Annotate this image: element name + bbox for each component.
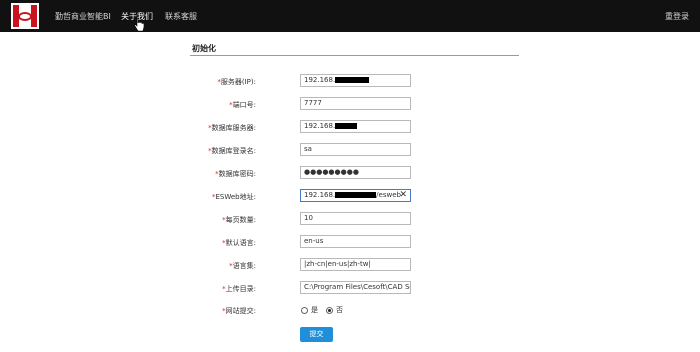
language-set-input[interactable]: |zh-cn|en-us|zh-tw| xyxy=(300,258,411,271)
port-input[interactable]: 7777 xyxy=(300,97,411,110)
db-server-input[interactable]: 192.168. xyxy=(300,120,411,133)
nav-link-contact[interactable]: 联系客服 xyxy=(165,11,197,22)
language-set-label: *语言集: xyxy=(229,262,256,270)
form-title: 初始化 xyxy=(192,44,216,53)
db-password-label: *数据库密码: xyxy=(215,170,256,178)
db-server-label: *数据库服务器: xyxy=(208,124,256,132)
server-ip-input[interactable]: 192.168. xyxy=(300,74,411,87)
upload-dir-input[interactable]: C:\Program Files\Cesoft\CAD Serve xyxy=(300,281,411,294)
esweb-url-label: *ESWeb地址: xyxy=(212,193,256,201)
clear-input-icon[interactable]: ✕ xyxy=(399,190,407,201)
radio-no-label: 否 xyxy=(336,306,343,314)
site-submit-label: *网站提交: xyxy=(222,307,256,315)
db-login-label: *数据库登录名: xyxy=(208,147,256,155)
page-size-label: *每页数量: xyxy=(222,216,256,224)
relogin-link[interactable]: 重登录 xyxy=(665,11,689,22)
radio-yes-label: 是 xyxy=(311,306,318,314)
redaction-mark xyxy=(335,192,377,198)
cad-logo-icon[interactable] xyxy=(11,3,39,29)
page-size-input[interactable]: 10 xyxy=(300,212,411,225)
db-login-input[interactable]: sa xyxy=(300,143,411,156)
default-language-label: *默认语言: xyxy=(222,239,256,247)
port-label: *端口号: xyxy=(229,101,256,109)
title-divider xyxy=(190,55,519,56)
redaction-mark xyxy=(335,123,358,129)
nav-link-bi[interactable]: 勤哲商业智能BI xyxy=(55,11,111,22)
esweb-url-input[interactable]: 192.168./esweb ✕ xyxy=(300,189,411,202)
site-submit-radio-group: 是 否 xyxy=(301,305,351,315)
top-navbar: 勤哲商业智能BI 关于我们 联系客服 重登录 xyxy=(0,0,700,32)
radio-yes[interactable] xyxy=(301,306,308,314)
default-language-input[interactable]: en-us xyxy=(300,235,411,248)
redaction-mark xyxy=(335,77,370,83)
upload-dir-label: *上传目录: xyxy=(222,285,256,293)
submit-button[interactable]: 提交 xyxy=(300,327,333,342)
radio-no[interactable] xyxy=(326,306,333,314)
server-ip-label: *服务器(IP): xyxy=(217,78,256,86)
hand-cursor-icon xyxy=(134,18,144,32)
db-password-input[interactable]: ●●●●●●●●● xyxy=(300,166,411,179)
